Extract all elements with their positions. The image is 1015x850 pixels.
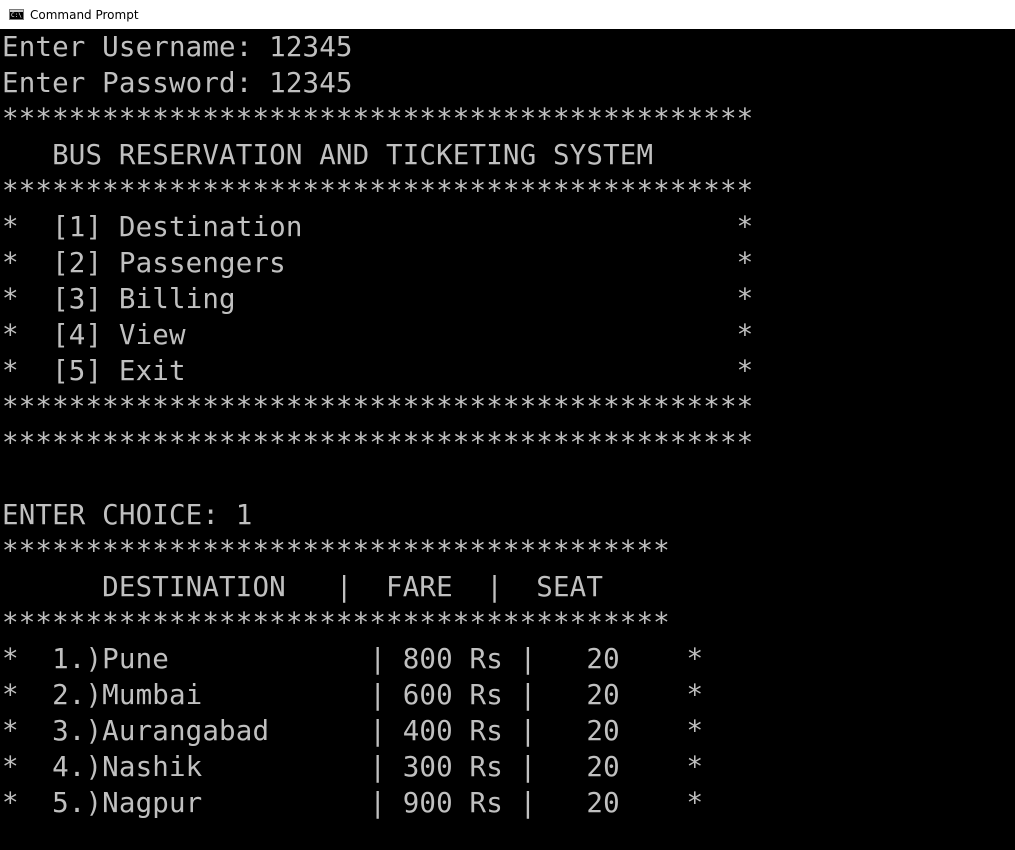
menu-item-exit: * [5] Exit *	[2, 355, 754, 387]
password-prompt-line: Enter Password: 12345	[2, 67, 353, 99]
separator-line: ****************************************…	[2, 175, 754, 207]
console-output[interactable]: Enter Username: 12345 Enter Password: 12…	[0, 29, 1015, 850]
menu-item-view: * [4] View *	[2, 319, 754, 351]
destination-table-header: DESTINATION | FARE | SEAT	[2, 571, 604, 603]
destination-row-nashik: * 4.)Nashik | 300 Rs | 20 *	[2, 751, 704, 783]
destination-row-pune: * 1.)Pune | 800 Rs | 20 *	[2, 643, 704, 675]
separator-line: ****************************************	[2, 535, 670, 567]
destination-row-aurangabad: * 3.)Aurangabad | 400 Rs | 20 *	[2, 715, 704, 747]
separator-line: ****************************************…	[2, 391, 754, 423]
destination-row-nagpur: * 5.)Nagpur | 900 Rs | 20 *	[2, 787, 704, 819]
username-prompt-line: Enter Username: 12345	[2, 31, 353, 63]
separator-line: ****************************************…	[2, 427, 754, 459]
title-bar[interactable]: C:\ Command Prompt	[0, 0, 1015, 29]
choice-prompt-line: ENTER CHOICE: 1	[2, 499, 253, 531]
menu-item-billing: * [3] Billing *	[2, 283, 754, 315]
window-title: Command Prompt	[30, 7, 139, 22]
command-prompt-window: C:\ Command Prompt Enter Username: 12345…	[0, 0, 1015, 850]
destination-row-mumbai: * 2.)Mumbai | 600 Rs | 20 *	[2, 679, 704, 711]
separator-line: ****************************************	[2, 607, 670, 639]
menu-item-destination: * [1] Destination *	[2, 211, 754, 243]
system-title-line: BUS RESERVATION AND TICKETING SYSTEM	[2, 139, 654, 171]
cmd-console-icon: C:\	[9, 9, 24, 20]
menu-item-passengers: * [2] Passengers *	[2, 247, 754, 279]
separator-line: ****************************************…	[2, 103, 754, 135]
